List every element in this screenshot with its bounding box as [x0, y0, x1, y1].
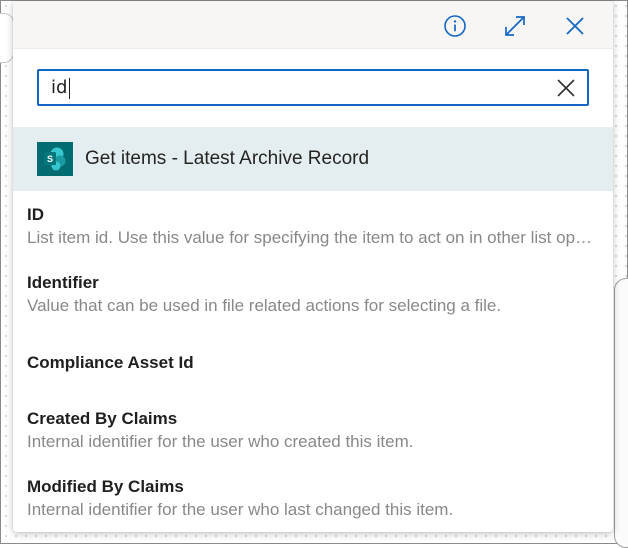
list-item-identifier[interactable]: Identifier Value that can be used in fil… [27, 272, 599, 317]
clear-search-icon[interactable] [555, 77, 577, 99]
info-icon[interactable] [442, 13, 468, 39]
flyout-header [13, 1, 613, 49]
canvas-scrollbar[interactable] [614, 278, 628, 548]
list-item-id[interactable]: ID List item id. Use this value for spec… [27, 204, 599, 249]
sharepoint-icon: S [37, 142, 73, 176]
search-input[interactable] [51, 71, 531, 104]
canvas-action-card-edge [0, 13, 14, 63]
search-box[interactable] [37, 69, 589, 106]
list-item-title: Created By Claims [27, 409, 178, 428]
list-item-title: Compliance Asset Id [27, 353, 194, 372]
list-item-created-by-claims[interactable]: Created By Claims Internal identifier fo… [27, 408, 599, 453]
list-item-description: Internal identifier for the user who las… [27, 500, 454, 519]
list-item-compliance-asset-id[interactable]: Compliance Asset Id [27, 352, 599, 374]
list-item-description: Internal identifier for the user who cre… [27, 432, 414, 451]
list-item-title: Identifier [27, 273, 99, 292]
action-group-title: Get items - Latest Archive Record [85, 148, 370, 169]
list-item-modified-by-claims[interactable]: Modified By Claims Internal identifier f… [27, 476, 599, 521]
list-item-title: Modified By Claims [27, 477, 184, 496]
sharepoint-icon-letter: S [47, 154, 53, 164]
action-group-header[interactable]: S Get items - Latest Archive Record [13, 127, 613, 191]
text-cursor [69, 78, 70, 99]
close-icon[interactable] [562, 13, 588, 39]
list-item-description: Value that can be used in file related a… [27, 296, 502, 315]
expand-icon[interactable] [502, 13, 528, 39]
dynamic-content-flyout: S Get items - Latest Archive Record ID L… [13, 1, 613, 532]
list-item-description: List item id. Use this value for specify… [27, 228, 599, 247]
list-item-title: ID [27, 205, 44, 224]
